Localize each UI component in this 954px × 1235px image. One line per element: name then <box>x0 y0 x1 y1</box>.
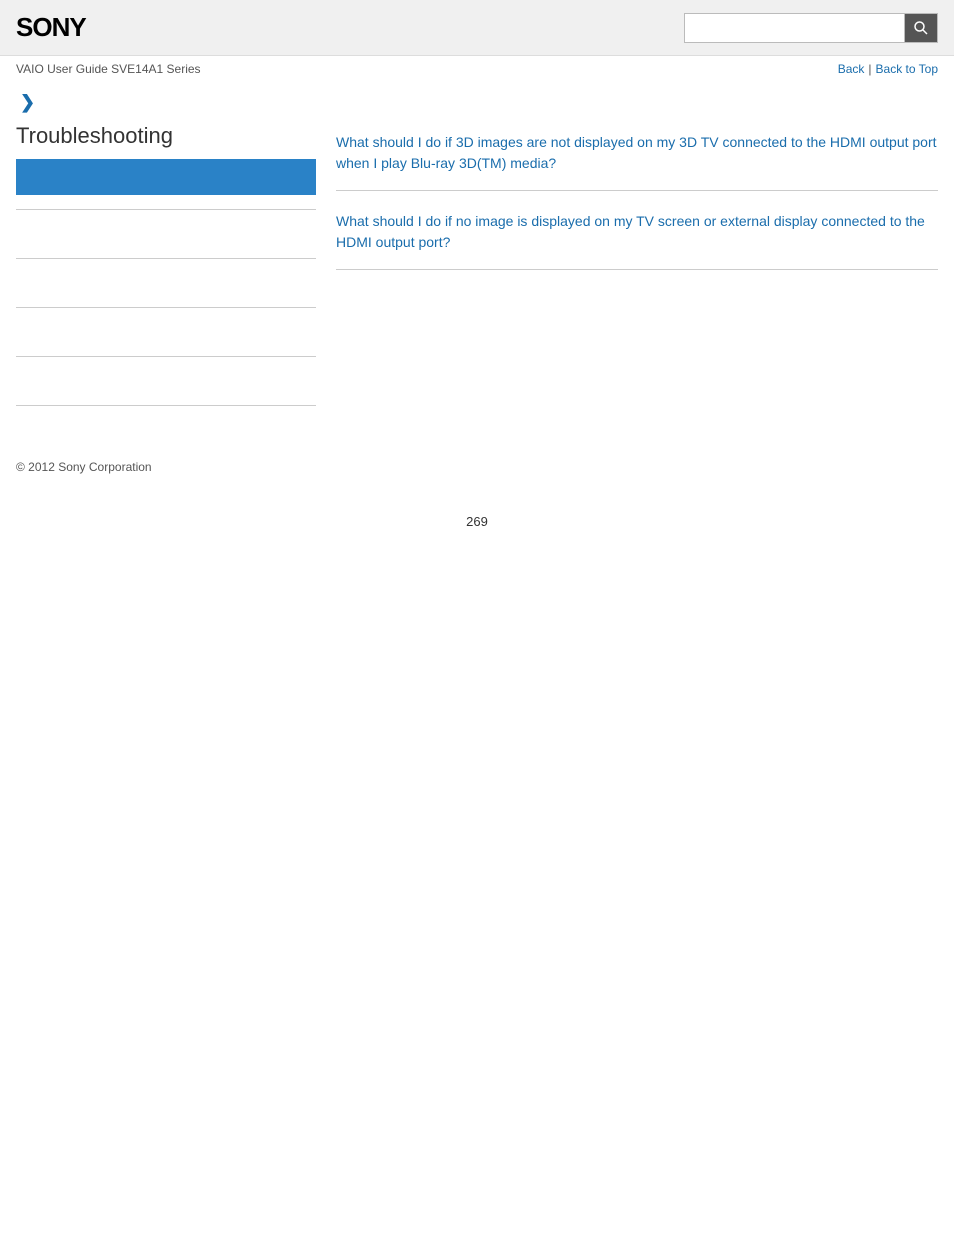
breadcrumb: VAIO User Guide SVE14A1 Series <box>16 62 201 76</box>
copyright-text: © 2012 Sony Corporation <box>16 460 152 474</box>
content-link-1[interactable]: What should I do if 3D images are not di… <box>336 132 938 174</box>
search-button[interactable] <box>904 13 938 43</box>
sidebar-divider-1 <box>16 209 316 210</box>
search-icon <box>913 20 929 36</box>
sidebar: ❯ Troubleshooting <box>16 92 316 420</box>
nav-separator: | <box>868 62 871 76</box>
nav-bar: VAIO User Guide SVE14A1 Series Back | Ba… <box>0 56 954 82</box>
sidebar-divider-4 <box>16 356 316 357</box>
main-container: ❯ Troubleshooting What should I do if 3D… <box>0 82 954 440</box>
sony-logo: SONY <box>16 12 86 43</box>
sidebar-divider-5 <box>16 405 316 406</box>
back-link[interactable]: Back <box>838 62 865 76</box>
sidebar-chevron: ❯ <box>20 92 316 113</box>
sidebar-divider-2 <box>16 258 316 259</box>
search-input[interactable] <box>684 13 904 43</box>
content-divider <box>336 190 938 191</box>
sidebar-divider-3 <box>16 307 316 308</box>
back-to-top-link[interactable]: Back to Top <box>876 62 938 76</box>
footer: © 2012 Sony Corporation <box>0 440 954 484</box>
sidebar-item-4[interactable] <box>16 371 316 391</box>
sidebar-item-1[interactable] <box>16 224 316 244</box>
header: SONY <box>0 0 954 56</box>
content-divider-2 <box>336 269 938 270</box>
page-number: 269 <box>0 484 954 549</box>
sidebar-title: Troubleshooting <box>16 123 316 149</box>
search-area <box>684 13 938 43</box>
content-area: What should I do if 3D images are not di… <box>336 92 938 420</box>
content-link-2[interactable]: What should I do if no image is displaye… <box>336 211 938 253</box>
sidebar-item-3[interactable] <box>16 322 316 342</box>
nav-links: Back | Back to Top <box>838 62 938 76</box>
sidebar-item-2[interactable] <box>16 273 316 293</box>
sidebar-active-item[interactable] <box>16 159 316 195</box>
